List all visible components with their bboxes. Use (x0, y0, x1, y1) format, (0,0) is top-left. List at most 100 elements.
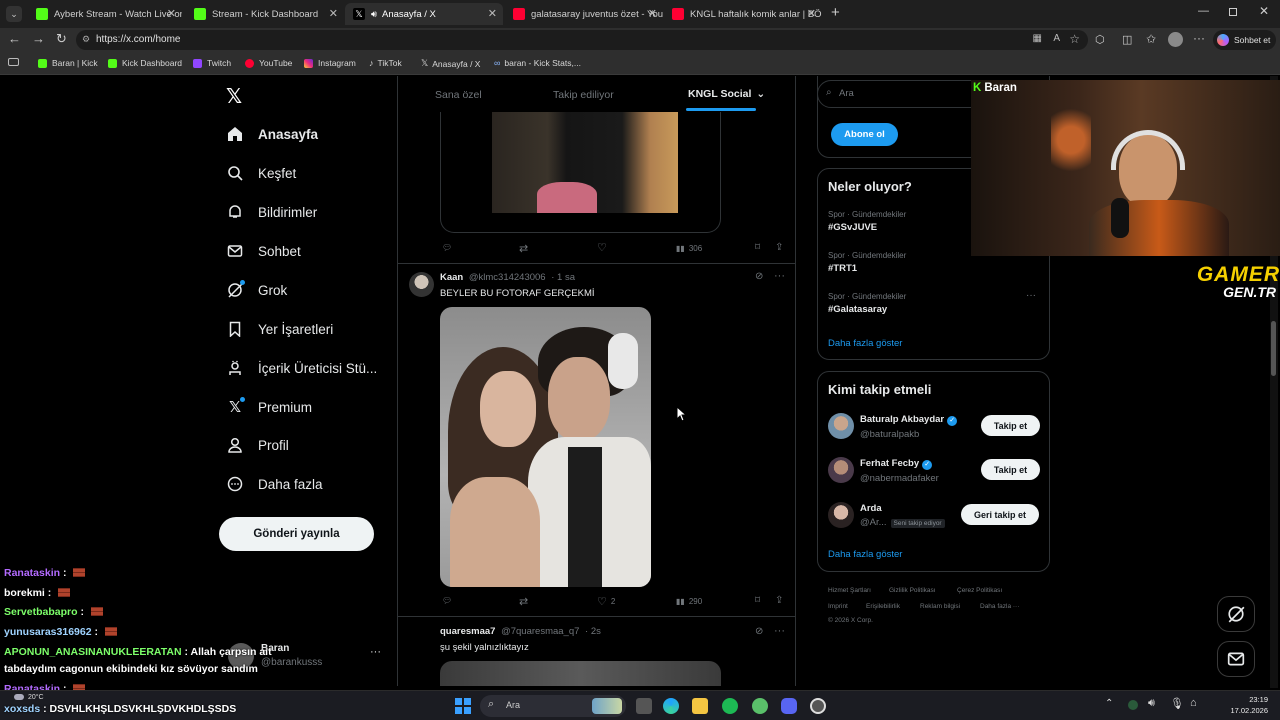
edge-icon[interactable] (663, 698, 679, 714)
start-button[interactable] (455, 698, 471, 714)
avatar[interactable] (828, 502, 854, 528)
bookmark-icon[interactable]: ⌑ (755, 242, 760, 253)
discord-icon[interactable] (781, 698, 797, 714)
site-info-icon[interactable]: ⚙ (82, 34, 90, 45)
user-suggestion[interactable]: Arda @Ar... Seni takip ediyor (860, 503, 945, 528)
tab-kngl-social[interactable]: KNGL Social ⌄ (688, 88, 765, 100)
tab-for-you[interactable]: Sana özel (435, 89, 482, 101)
reply-icon[interactable]: 💬︎ (442, 596, 452, 605)
copilot-chat-button[interactable]: Sohbet et (1213, 30, 1276, 50)
nav-item-bookmarks[interactable]: Yer İşaretleri (226, 320, 333, 338)
nav-item-grok[interactable]: Grok (226, 280, 287, 299)
grok-floating-button[interactable] (1217, 596, 1255, 632)
extensions-icon[interactable]: ⬡ (1095, 33, 1105, 46)
nav-item-chat[interactable]: Sohbet (226, 242, 301, 260)
weather-widget[interactable]: 20°C (14, 694, 44, 701)
tray-app-icon[interactable] (1128, 700, 1138, 710)
author-handle[interactable]: @7quaresmaa_q7 (501, 626, 579, 637)
footer-link[interactable]: Erişilebilirlik (866, 603, 900, 610)
close-tab-icon[interactable]: ✕ (807, 7, 816, 20)
bookmark-kick-dashboard[interactable]: Kick Dashboard (108, 58, 182, 68)
back-icon[interactable]: ← (8, 31, 21, 46)
speaker-icon[interactable]: 🔊︎ (1148, 697, 1155, 710)
nav-item-notifications[interactable]: Bildirimler (226, 203, 317, 221)
favorite-star-icon[interactable]: ☆ (1069, 32, 1080, 46)
bookmark-instagram[interactable]: Instagram (304, 58, 356, 68)
minimize-icon[interactable]: — (1198, 5, 1209, 17)
footer-link[interactable]: Daha fazla ··· (980, 603, 1019, 610)
close-tab-icon[interactable]: ✕ (329, 7, 338, 20)
views-stat[interactable]: ▮▮ 290 (676, 597, 702, 606)
read-aloud-icon[interactable]: A (1053, 33, 1060, 44)
post-time[interactable]: · 2s (585, 626, 601, 637)
trend-item[interactable]: Spor · Gündemdekiler #Galatasaray (828, 292, 1040, 320)
favorites-icon[interactable]: ✩ (1146, 32, 1156, 46)
grok-explain-icon[interactable]: ⊘ (755, 626, 763, 637)
subscribe-button[interactable]: Abone ol (831, 123, 898, 146)
x-logo-icon[interactable]: 𝕏 (226, 84, 242, 109)
new-tab-icon[interactable]: + (831, 4, 840, 21)
nav-item-profile[interactable]: Profil (226, 436, 289, 454)
network-icon[interactable]: ⌂ (1190, 697, 1197, 709)
post-media[interactable] (440, 661, 721, 686)
more-menu-icon[interactable]: ··· (1193, 31, 1205, 45)
nav-item-home[interactable]: Anasayfa (226, 125, 318, 143)
tab-youtube-gs[interactable]: galatasaray juventus özet - YouTub✕ (505, 3, 663, 25)
author-name[interactable]: quaresmaa7 (440, 626, 495, 637)
author-name[interactable]: Kaan (440, 272, 463, 283)
show-more-link[interactable]: Daha fazla göster (828, 338, 902, 349)
apps-icon[interactable]: ▦ (1033, 33, 1042, 44)
app-icon[interactable] (752, 698, 768, 714)
user-suggestion[interactable]: Ferhat Fecby ✓ @nabermadafaker (860, 458, 939, 484)
follow-button[interactable]: Takip et (981, 415, 1040, 436)
taskbar-search[interactable]: ⌕ Ara (480, 695, 626, 717)
nav-item-more[interactable]: Daha fazla (226, 475, 323, 493)
bookmark-icon[interactable]: ⌑ (755, 595, 760, 606)
show-hidden-icons[interactable]: ⌃ (1105, 698, 1113, 709)
footer-link[interactable]: Reklam bilgisi (920, 603, 960, 610)
repost-icon[interactable]: ⇄ (519, 242, 528, 255)
scrollbar-thumb[interactable] (1271, 321, 1276, 376)
bookmark-youtube[interactable]: YouTube (245, 58, 292, 68)
microphone-icon[interactable]: 🎙︎ (1170, 697, 1184, 710)
avatar[interactable] (409, 272, 434, 297)
like-stat[interactable]: ♡ 2 (597, 595, 615, 608)
grok-explain-icon[interactable]: ⊘ (755, 271, 763, 282)
tab-kick-dashboard[interactable]: Stream - Kick Dashboard ✕ (186, 3, 344, 25)
maximize-icon[interactable] (1229, 8, 1237, 16)
more-options-icon[interactable]: ··· (370, 646, 381, 658)
close-tab-icon[interactable]: ✕ (167, 7, 176, 20)
footer-link[interactable]: Imprint (828, 603, 848, 610)
more-options-icon[interactable]: ··· (774, 625, 785, 637)
nav-item-creator-studio[interactable]: İçerik Üreticisi Stü... (226, 359, 377, 377)
bookmark-x-home[interactable]: 𝕏 Anasayfa / X (421, 58, 480, 69)
close-tab-icon[interactable]: ✕ (648, 7, 657, 20)
share-icon[interactable]: ⇪ (775, 595, 783, 606)
post-media[interactable] (440, 112, 721, 233)
bookmark-baran-kick[interactable]: Baran | Kick (38, 58, 98, 68)
footer-link[interactable]: Çerez Politikası (957, 587, 1002, 594)
bookmark-kick-stats[interactable]: ∞ baran - Kick Stats,... (494, 58, 581, 68)
avatar[interactable] (828, 457, 854, 483)
clock[interactable]: 23:19 17.02.2026 (1226, 694, 1268, 716)
views-stat[interactable]: ▮▮ 306 (676, 244, 702, 253)
spotify-icon[interactable] (722, 698, 738, 714)
url-input[interactable]: ⚙ https://x.com/home ☆ A ▦ (76, 30, 1088, 50)
tab-ayberk[interactable]: Ayberk Stream - Watch Live on Ki ✕ (28, 3, 182, 25)
avatar[interactable] (1168, 32, 1183, 47)
post-time[interactable]: · 1 sa (551, 272, 575, 283)
show-more-link[interactable]: Daha fazla göster (828, 549, 902, 560)
task-view-icon[interactable] (636, 698, 652, 714)
close-tab-icon[interactable]: ✕ (488, 7, 497, 20)
share-icon[interactable]: ⇪ (775, 242, 783, 253)
follow-button[interactable]: Takip et (981, 459, 1040, 480)
tab-youtube-kngl[interactable]: KNGL haftalık komik anlar | BÖLÜM✕ (664, 3, 822, 25)
follow-back-button[interactable]: Geri takip et (961, 504, 1039, 525)
avatar[interactable] (828, 413, 854, 439)
obs-icon[interactable] (810, 698, 826, 714)
split-screen-icon[interactable]: ◫ (1122, 33, 1132, 46)
footer-link[interactable]: Hizmet Şartları (828, 587, 871, 594)
close-window-icon[interactable]: ✕ (1259, 4, 1269, 18)
forward-icon[interactable]: → (32, 31, 45, 46)
user-suggestion[interactable]: Baturalp Akbaydar ✓ @baturalpakb (860, 414, 958, 440)
